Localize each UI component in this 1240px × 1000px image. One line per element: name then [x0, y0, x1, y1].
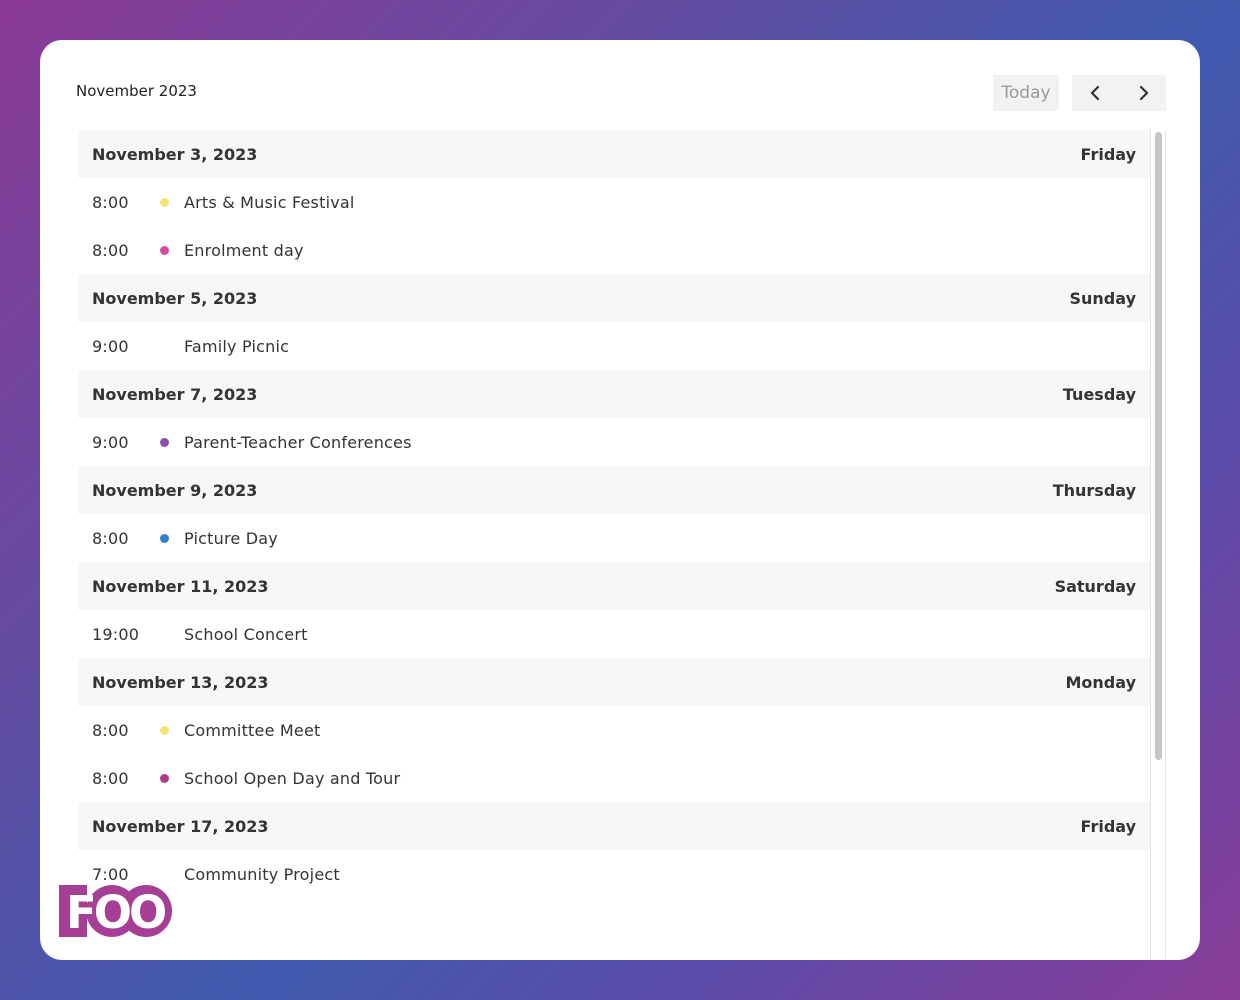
day-weekday: Tuesday — [1062, 384, 1136, 404]
day-weekday: Thursday — [1052, 480, 1136, 500]
event-color-indicator — [160, 437, 184, 447]
event-color-indicator — [160, 533, 184, 543]
day-header: November 5, 2023 Sunday — [78, 274, 1150, 322]
day-weekday: Friday — [1080, 144, 1136, 164]
day-date: November 13, 2023 — [92, 672, 269, 692]
day-date: November 11, 2023 — [92, 576, 269, 596]
calendar-card: November 2023 Today November 3, 2023 Frid… — [40, 40, 1200, 960]
event-time: 8:00 — [92, 192, 129, 212]
foo-logo: FOO — [59, 885, 172, 939]
event-dot-icon — [160, 773, 169, 783]
event-title: Community Project — [184, 864, 340, 884]
event-item[interactable]: 8:00 School Open Day and Tour — [78, 754, 1150, 802]
scrollbar-thumb[interactable] — [1155, 132, 1162, 760]
event-item[interactable]: 19:00 School Concert — [78, 610, 1150, 658]
event-list[interactable]: November 3, 2023 Friday 8:00 Arts & Music F… — [78, 130, 1150, 960]
day-weekday: Sunday — [1069, 288, 1137, 308]
day-header: November 9, 2023 Thursday — [78, 466, 1150, 514]
chevron-left-icon — [1090, 85, 1099, 101]
event-time: 7:00 — [92, 864, 129, 884]
event-dot-icon — [160, 725, 169, 735]
event-title: School Open Day and Tour — [184, 768, 401, 788]
today-button[interactable]: Today — [993, 75, 1059, 111]
previous-month-button[interactable] — [1072, 75, 1119, 111]
day-header: November 7, 2023 Tuesday — [78, 370, 1150, 418]
event-title: Family Picnic — [184, 336, 290, 356]
day-header: November 13, 2023 Monday — [78, 658, 1150, 706]
event-dot-icon — [160, 533, 169, 543]
event-title: Parent-Teacher Conferences — [184, 432, 412, 452]
event-color-indicator — [160, 725, 184, 735]
next-month-button[interactable] — [1119, 75, 1166, 111]
day-weekday: Monday — [1065, 672, 1137, 692]
event-title: Enrolment day — [184, 240, 304, 260]
event-title: Picture Day — [184, 528, 278, 548]
day-date: November 17, 2023 — [92, 816, 269, 836]
event-time: 8:00 — [92, 240, 129, 260]
event-time: 19:00 — [92, 624, 140, 644]
event-dot-icon — [160, 437, 169, 447]
day-weekday: Saturday — [1054, 576, 1136, 596]
logo-text: FOO — [66, 886, 165, 939]
day-date: November 3, 2023 — [92, 144, 258, 164]
month-navigation — [1072, 75, 1166, 111]
event-color-indicator — [160, 773, 184, 783]
event-item[interactable]: 8:00 Picture Day — [78, 514, 1150, 562]
event-dot-icon — [160, 245, 169, 255]
event-item[interactable]: 9:00 Family Picnic — [78, 322, 1150, 370]
event-time: 9:00 — [92, 432, 129, 452]
event-item[interactable]: 7:00 Community Project — [78, 850, 1150, 898]
event-time: 8:00 — [92, 720, 129, 740]
event-item[interactable]: 9:00 Parent-Teacher Conferences — [78, 418, 1150, 466]
event-title: Committee Meet — [184, 720, 321, 740]
event-title: Arts & Music Festival — [184, 192, 355, 212]
chevron-right-icon — [1139, 85, 1148, 101]
day-header: November 17, 2023 Friday — [78, 802, 1150, 850]
event-item[interactable]: 8:00 Enrolment day — [78, 226, 1150, 274]
day-header: November 11, 2023 Saturday — [78, 562, 1150, 610]
day-header: November 3, 2023 Friday — [78, 130, 1150, 178]
event-color-indicator — [160, 245, 184, 255]
event-title: School Concert — [184, 624, 308, 644]
event-time: 8:00 — [92, 528, 129, 548]
event-color-indicator — [160, 197, 184, 207]
month-title: November 2023 — [76, 82, 197, 100]
event-time: 9:00 — [92, 336, 129, 356]
event-time: 8:00 — [92, 768, 129, 788]
day-date: November 7, 2023 — [92, 384, 258, 404]
day-date: November 9, 2023 — [92, 480, 258, 500]
day-weekday: Friday — [1080, 816, 1136, 836]
event-item[interactable]: 8:00 Committee Meet — [78, 706, 1150, 754]
scrollbar[interactable] — [1150, 130, 1166, 960]
day-date: November 5, 2023 — [92, 288, 258, 308]
event-dot-icon — [160, 197, 169, 207]
event-item[interactable]: 8:00 Arts & Music Festival — [78, 178, 1150, 226]
